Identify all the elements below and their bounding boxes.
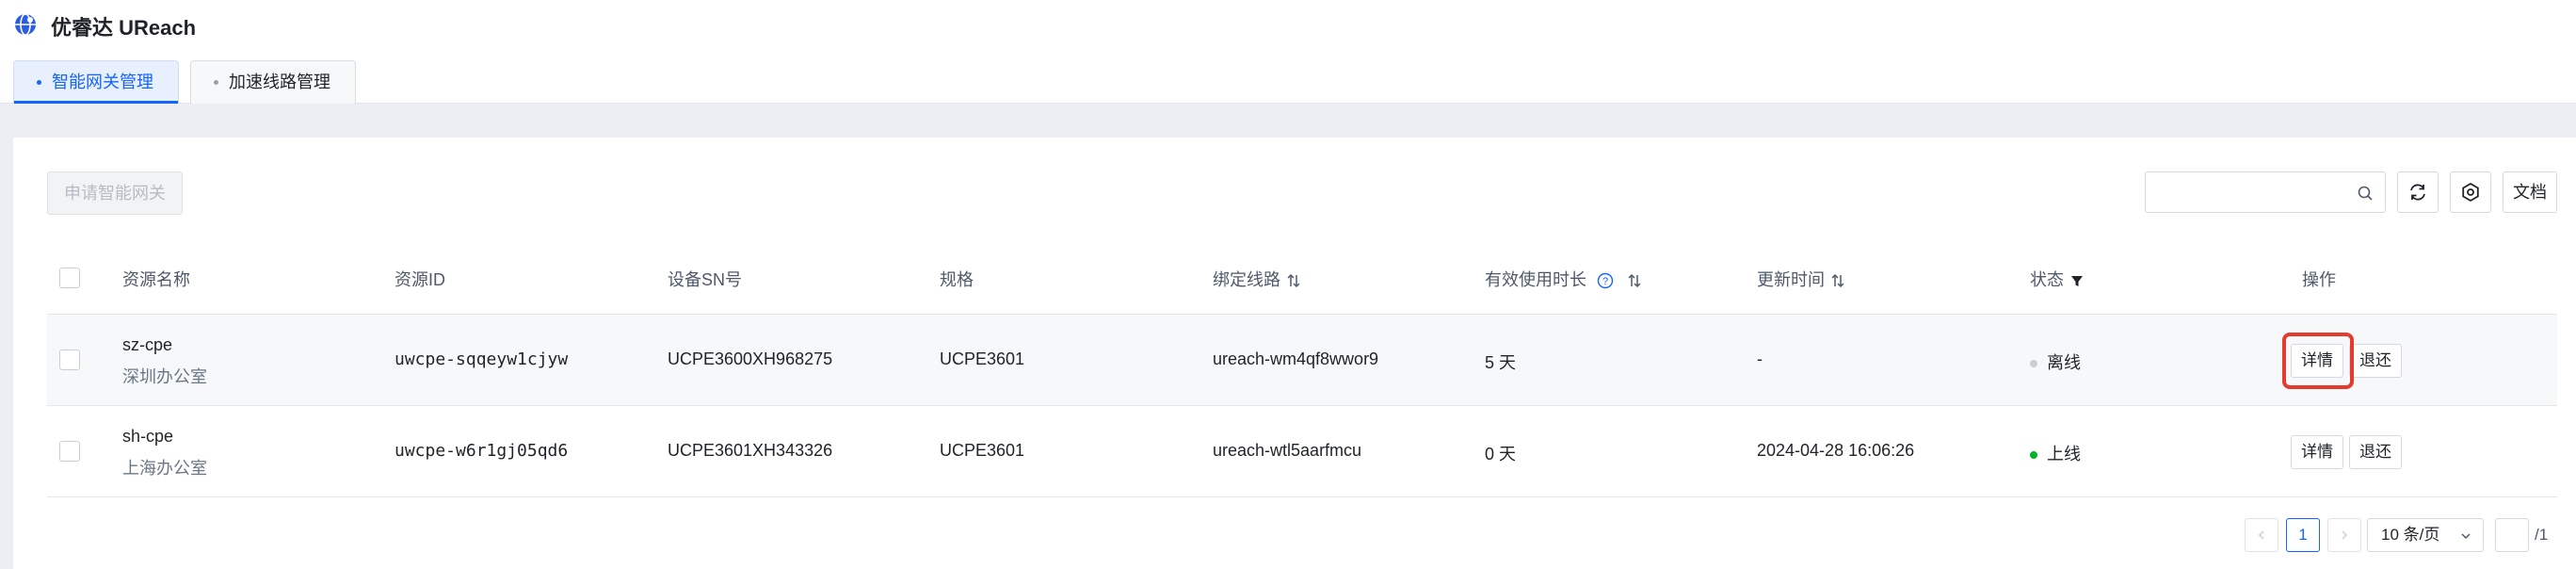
resource-office: 上海办公室 [122, 459, 207, 478]
status-dot-offline [2030, 360, 2037, 368]
spec: UCPE3601 [940, 350, 1025, 368]
updated-time: - [1757, 350, 1763, 368]
header-name: 资源名称 [122, 270, 190, 289]
row-checkbox[interactable] [59, 350, 80, 370]
table-row: sz-cpe 深圳办公室 uwcpe-sqqeyw1cjyw UCPE3600X… [47, 315, 2557, 406]
bound-line: ureach-wtl5aarfmcu [1213, 441, 1362, 460]
table-row: sh-cpe 上海办公室 uwcpe-w6r1gj05qd6 UCPE3601X… [47, 406, 2557, 497]
apply-gateway-button[interactable]: 申请智能网关 [47, 171, 183, 215]
detail-button[interactable]: 详情 [2291, 435, 2343, 469]
header-updated[interactable]: 更新时间 [1757, 267, 1844, 291]
sort-icon[interactable] [1287, 273, 1300, 288]
chevron-down-icon [2461, 533, 2471, 540]
header-duration-label: 有效使用时长 [1485, 270, 1586, 289]
header-id: 资源ID [394, 270, 445, 289]
tab-dot-icon [37, 80, 41, 85]
table-header: 资源名称 资源ID 设备SN号 规格 绑定线路 有效使用时长 ? 更新时间 状态… [47, 241, 2557, 315]
settings-icon [2462, 182, 2479, 203]
header-status[interactable]: 状态 [2030, 267, 2084, 291]
header-line-label: 绑定线路 [1213, 270, 1280, 289]
header-spec: 规格 [940, 270, 974, 289]
resource-id: uwcpe-w6r1gj05qd6 [394, 441, 569, 461]
header-actions: 操作 [2302, 270, 2336, 289]
device-sn: UCPE3600XH968275 [668, 350, 833, 368]
tab-acceleration-line[interactable]: 加速线路管理 [190, 60, 356, 104]
prev-page-button[interactable] [2245, 518, 2278, 552]
docs-button[interactable]: 文档 [2503, 171, 2557, 213]
refresh-button[interactable] [2397, 171, 2439, 213]
header-duration[interactable]: 有效使用时长 ? [1485, 267, 1641, 291]
resource-name: sh-cpe [122, 427, 174, 446]
status: 上线 [2030, 441, 2081, 465]
filter-icon[interactable] [2070, 273, 2084, 288]
header-sn: 设备SN号 [668, 270, 743, 289]
device-sn: UCPE3601XH343326 [668, 441, 833, 460]
header-updated-label: 更新时间 [1757, 270, 1825, 289]
search-icon[interactable] [2357, 185, 2374, 202]
spec: UCPE3601 [940, 441, 1025, 460]
refresh-icon [2410, 184, 2425, 201]
next-page-button[interactable] [2327, 518, 2361, 552]
status: 离线 [2030, 350, 2081, 374]
svg-text:?: ? [1602, 276, 1608, 287]
sort-icon[interactable] [1831, 273, 1844, 288]
search-input[interactable] [2153, 178, 2342, 206]
return-button[interactable]: 退还 [2349, 344, 2402, 378]
total-pages: /1 [2535, 526, 2549, 544]
help-icon[interactable]: ? [1597, 272, 1614, 289]
tab-dot-icon [214, 80, 218, 85]
valid-duration: 0 天 [1485, 445, 1517, 463]
page-size-select[interactable]: 10 条/页 [2367, 518, 2484, 552]
resource-id: uwcpe-sqqeyw1cjyw [394, 350, 569, 369]
status-label: 上线 [2047, 445, 2081, 463]
valid-duration: 5 天 [1485, 353, 1517, 372]
tab-label: 加速线路管理 [229, 73, 330, 91]
row-checkbox[interactable] [59, 441, 80, 462]
top-bar: 优睿达 UReach 智能网关管理 加速线路管理 [0, 0, 2576, 104]
bound-line: ureach-wm4qf8wwor9 [1213, 350, 1379, 368]
status-label: 离线 [2047, 353, 2081, 372]
updated-time: 2024-04-28 16:06:26 [1757, 441, 1915, 460]
page-number[interactable]: 1 [2286, 518, 2320, 552]
header-status-label: 状态 [2030, 270, 2064, 289]
app-title: 优睿达 UReach [51, 16, 197, 40]
select-all-checkbox[interactable] [59, 268, 80, 288]
page-size-label: 10 条/页 [2381, 526, 2440, 544]
return-button[interactable]: 退还 [2349, 435, 2402, 469]
settings-button[interactable] [2450, 171, 2491, 213]
header-line[interactable]: 绑定线路 [1213, 267, 1300, 291]
detail-button[interactable]: 详情 [2291, 344, 2343, 378]
sort-icon[interactable] [1628, 273, 1641, 288]
resource-name: sz-cpe [122, 335, 173, 354]
globe-icon [15, 13, 36, 36]
resource-office: 深圳办公室 [122, 367, 207, 386]
tab-smart-gateway[interactable]: 智能网关管理 [13, 60, 179, 104]
chevron-right-icon [2342, 530, 2348, 540]
tab-label: 智能网关管理 [52, 73, 153, 91]
page-jump-input[interactable] [2495, 518, 2529, 552]
main-panel: 申请智能网关 文档 资源名称 资源ID 设备SN号 规格 绑定线路 有效使用时长… [13, 138, 2576, 569]
search-box[interactable] [2145, 171, 2386, 213]
chevron-left-icon [2258, 530, 2264, 540]
status-dot-online [2030, 451, 2037, 460]
